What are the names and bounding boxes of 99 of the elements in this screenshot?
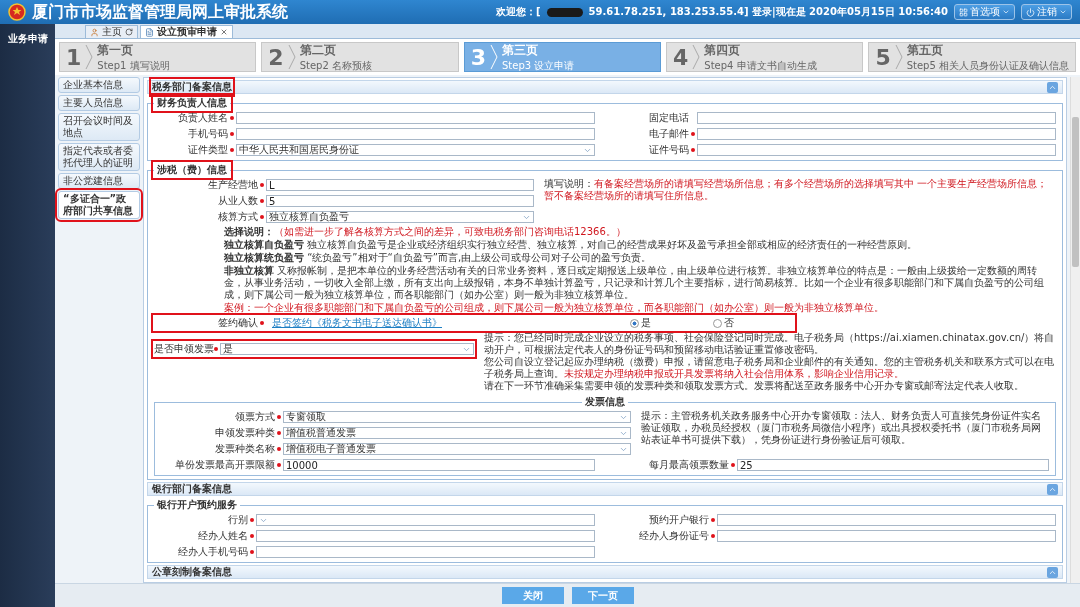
redaction-mark <box>546 7 583 17</box>
chevron-icon <box>692 44 701 70</box>
select-field[interactable]: 独立核算自负盈亏 <box>266 211 534 223</box>
nav-item[interactable]: 主要人员信息 <box>58 95 140 111</box>
collapse-icon[interactable] <box>1047 81 1058 93</box>
group-legend: 发票信息 <box>582 395 628 409</box>
explanation-paragraph: 独立核算自负盈亏 独立核算自负盈亏是企业或经济组织实行独立经营、独立核算，对自己的经营成果好坏及盈亏承担全部或相应的经济责任的一种经营原则。 <box>224 239 919 251</box>
field-label: 证件类型 <box>154 143 234 157</box>
nav-item[interactable]: 企业基本信息 <box>58 77 140 93</box>
field-label: 证件号码 <box>615 143 695 157</box>
confirmation-link[interactable]: 是否签约《税务文书电子送达确认书》 <box>272 316 442 330</box>
field-label: 申领发票种类 <box>161 426 281 440</box>
nav-item[interactable]: 召开会议时间及地点 <box>58 113 140 141</box>
tab[interactable]: 主页 <box>85 25 138 38</box>
chevron-icon <box>287 44 296 70</box>
document-icon <box>145 27 154 37</box>
chevron-icon <box>85 44 94 70</box>
caret-icon <box>1002 8 1010 16</box>
field-label: 经办人身份证号 <box>615 529 715 543</box>
nav-item[interactable]: 指定代表或者委托代理人的证明 <box>58 143 140 171</box>
fill-note: 填写说明：有备案经营场所的请填写经营场所信息；有多个经营场所的选择填写其中 一个主要生产经营场所信息；暂不备案经营场所的请填写住所信息。 <box>544 178 1049 202</box>
nav-item[interactable]: “多证合一”政府部门共享信息 <box>58 191 140 219</box>
radio-label: 否 <box>724 316 734 330</box>
grid-icon <box>959 7 968 17</box>
step-tab[interactable]: 1 第一页 Step1 填写说明 <box>59 42 257 72</box>
welcome-text: 欢迎您：[ <box>496 5 541 19</box>
explanation-paragraph: 独立核算统负盈亏 “统负盈亏”相对于“自负盈亏”而言,由上级公司或母公司对子公司的盈亏负责。 <box>224 252 653 264</box>
panel-title: 税务部门备案信息 <box>152 80 232 94</box>
collapse-icon[interactable] <box>1047 566 1058 578</box>
tip-paragraph: 请在下一环节准确采集需要申领的发票种类和领取发票方式。发票将配送至政务服务中心开办专窗或邮寄法定代表人收取。 <box>484 380 1025 392</box>
panel-title: 银行部门备案信息 <box>152 482 232 496</box>
session-info: 59.61.78.251, 183.253.55.4] 登录|现在是 2020年05月15日 10:56:40 <box>588 5 948 19</box>
text-field[interactable] <box>236 112 595 124</box>
collapse-icon[interactable] <box>1047 483 1058 495</box>
select-field[interactable]: 中华人民共和国居民身份证 <box>236 144 595 156</box>
select-field[interactable]: 专窗领取 <box>283 411 631 423</box>
emblem-icon <box>8 3 26 21</box>
radio-label: 是 <box>641 316 651 330</box>
step-tab[interactable]: 2 第二页 Step2 名称预核 <box>261 42 459 72</box>
text-field[interactable] <box>256 546 595 558</box>
invoice-note: 提示：主管税务机关政务服务中心开办专窗领取：法人、财务负责人可直接凭身份证件实名验证领取，办税员经授权（厦门市税务局微信小程序）或出具授权委托书（厦门市税务局网站表证单书可提供下载），凭身份证进行身份验证后可领取。 <box>641 410 1042 446</box>
text-field[interactable] <box>697 144 1056 156</box>
text-field[interactable]: 10000 <box>283 459 595 471</box>
text-field[interactable] <box>256 530 595 542</box>
chevron-icon <box>490 44 498 70</box>
text-field[interactable] <box>717 530 1056 542</box>
explanation-paragraph: 非独立核算 又称报帐制，是把本单位的业务经营活动有关的日常业务资料，逐日或定期报送上级单位，由上级单位进行核算。非独立核算单位的特点是：一般由上级拨给一定数额的周转金，从事业务活动，一切收入全部上缴，所有支出向上级报销，本身不单独计算盈亏，只记录和计算几个主要指标，进行简易核算。比如一个企业有很多职能部门和下属自负盈亏的公司组成，则下属公司一般为独立核算单位，而各职能部门（如办公室）则一般为非独立核算单位。 <box>224 265 1045 301</box>
select-field[interactable]: 是 <box>220 343 474 355</box>
tab[interactable]: 设立预审申请 <box>140 25 233 38</box>
step-tab[interactable]: 5 第五页 Step5 相关人员身份认证及确认信息 <box>868 42 1076 72</box>
explanation-title: 选择说明：（如需进一步了解各核算方式之间的差异，可致电税务部门咨询电话12366。） <box>224 226 627 238</box>
preferences-button[interactable]: 首选项 <box>954 4 1015 20</box>
group-legend: 财务负责人信息 <box>154 96 230 110</box>
radio-button[interactable] <box>630 318 639 328</box>
field-label: 核算方式 <box>154 210 264 224</box>
logout-button[interactable]: 注销 <box>1021 4 1072 20</box>
field-label: 生产经营地 <box>154 178 264 192</box>
field-label: 经办人手机号码 <box>154 545 254 559</box>
group-legend: 涉税（费）信息 <box>154 163 230 177</box>
refresh-icon[interactable] <box>125 28 133 36</box>
text-field[interactable]: 5 <box>266 195 534 207</box>
group-legend: 银行开户预约服务 <box>154 498 240 512</box>
panel-title: 公章刻制备案信息 <box>152 565 232 579</box>
field-label: 是否申领发票 <box>154 342 218 356</box>
power-icon <box>1026 7 1035 17</box>
field-label: 行别 <box>154 513 254 527</box>
close-icon[interactable] <box>220 28 228 36</box>
nav-item[interactable]: 非公党建信息 <box>58 173 140 189</box>
rail-item[interactable]: 业务申请 <box>0 32 55 46</box>
tip-paragraph: 您公司自设立登记起应办理纳税（缴费）申报，请留意电子税务局和企业邮件的有关通知。您的主管税务机关和联系方式可以在电子税务局上查询。未按规定办理纳税申报或开具发票将纳入社会信用体系，影响企业信用记录。 <box>484 356 1055 380</box>
select-field[interactable]: 增值税电子普通发票 <box>283 443 631 455</box>
user-icon <box>90 27 99 37</box>
field-label: 从业人数 <box>154 194 264 208</box>
field-label: 每月最高领票数量 <box>615 458 735 472</box>
chevron-icon <box>894 44 903 70</box>
field-label: 电子邮件 <box>615 127 695 141</box>
field-label: 发票种类名称 <box>161 442 281 456</box>
radio-button[interactable] <box>713 318 722 328</box>
text-field[interactable]: L <box>266 179 534 191</box>
text-field[interactable] <box>697 112 1056 124</box>
app-title: 厦门市市场监督管理局网上审批系统 <box>32 1 288 23</box>
field-label: 单份发票最高开票限额 <box>161 458 281 472</box>
field-label: 领票方式 <box>161 410 281 424</box>
text-field[interactable] <box>717 514 1056 526</box>
select-field[interactable] <box>256 514 595 526</box>
field-label: 手机号码 <box>154 127 234 141</box>
field-label: 经办人姓名 <box>154 529 254 543</box>
field-label: 签约确认 <box>154 316 264 330</box>
text-field[interactable] <box>697 128 1056 140</box>
case-note: 案例：一个企业有很多职能部门和下属自负盈亏的公司组成，则下属公司一般为独立核算单位，而各职能部门（如办公室）则一般为非独立核算单位。 <box>224 302 885 314</box>
field-label: 固定电话 <box>648 111 690 125</box>
caret-icon <box>1059 8 1067 16</box>
field-label: 负责人姓名 <box>154 111 234 125</box>
text-field[interactable]: 25 <box>737 459 1049 471</box>
field-label: 预约开户银行 <box>615 513 715 527</box>
select-field[interactable]: 增值税普通发票 <box>283 427 631 439</box>
text-field[interactable] <box>236 128 595 140</box>
step-tab[interactable]: 4 第四页 Step4 申请文书自动生成 <box>666 42 864 72</box>
tip-paragraph: 提示：您已经同时完成企业设立的税务事项、社会保险登记同时完成。电子税务局（https://ai.xiamen.chinatax.gov.cn/）将自动开户，可根据法定代表人的身份证号码和预留移动电话验证重置修改密码。 <box>484 332 1056 356</box>
